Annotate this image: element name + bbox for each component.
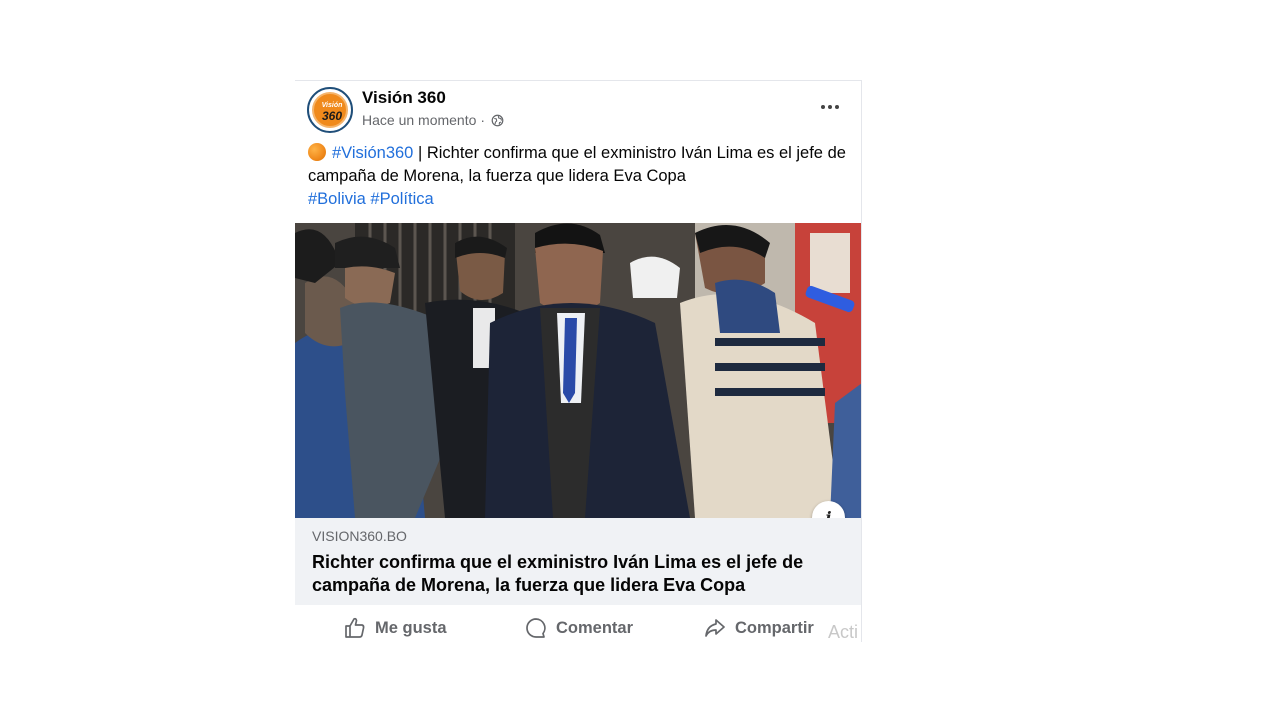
page-name-link[interactable]: Visión 360 [362, 88, 446, 108]
globe-icon[interactable] [491, 114, 504, 127]
page-avatar[interactable]: Visión 360 [307, 87, 353, 133]
more-options-button[interactable] [816, 97, 844, 117]
like-label: Me gusta [375, 618, 447, 637]
comment-label: Comentar [556, 618, 634, 637]
post-message: #Visión360 | Richter confirma que el exm… [308, 142, 853, 211]
windows-activation-watermark: Acti [828, 622, 859, 642]
avatar-logo-number: 360 [321, 109, 343, 123]
like-button[interactable]: Me gusta [343, 615, 447, 641]
thumbs-up-icon [345, 617, 365, 638]
hashtag-vision360[interactable]: #Visión360 [332, 144, 413, 162]
share-button[interactable]: Compartir [703, 615, 814, 641]
hashtag-bolivia[interactable]: #Bolivia [308, 190, 366, 208]
meta-separator: · [480, 112, 486, 128]
post-header: Visión 360 Visión 360 Hace un momento · [295, 81, 861, 139]
link-preview[interactable]: VISION360.BO Richter confirma que el exm… [295, 518, 861, 605]
news-photo [295, 223, 861, 518]
more-dot-icon [821, 105, 825, 109]
more-dot-icon [828, 105, 832, 109]
link-domain: VISION360.BO [312, 528, 407, 544]
avatar-logo-text: Visión [321, 102, 343, 109]
post-meta: Hace un momento · [362, 112, 504, 128]
post-image[interactable] [295, 223, 861, 518]
post-timestamp[interactable]: Hace un momento [362, 112, 476, 128]
orange-circle-icon [308, 143, 326, 161]
facebook-post: Visión 360 Visión 360 Hace un momento · … [295, 80, 862, 642]
hashtag-politica[interactable]: #Política [370, 190, 433, 208]
share-label: Compartir [735, 618, 814, 637]
post-actions: Me gusta Comentar Compartir [295, 605, 861, 642]
comment-icon [526, 618, 546, 638]
avatar-logo: Visión 360 [312, 92, 348, 128]
link-title[interactable]: Richter confirma que el exministro Iván … [312, 551, 847, 597]
share-icon [705, 619, 725, 637]
comment-button[interactable]: Comentar [524, 615, 633, 641]
more-dot-icon [835, 105, 839, 109]
